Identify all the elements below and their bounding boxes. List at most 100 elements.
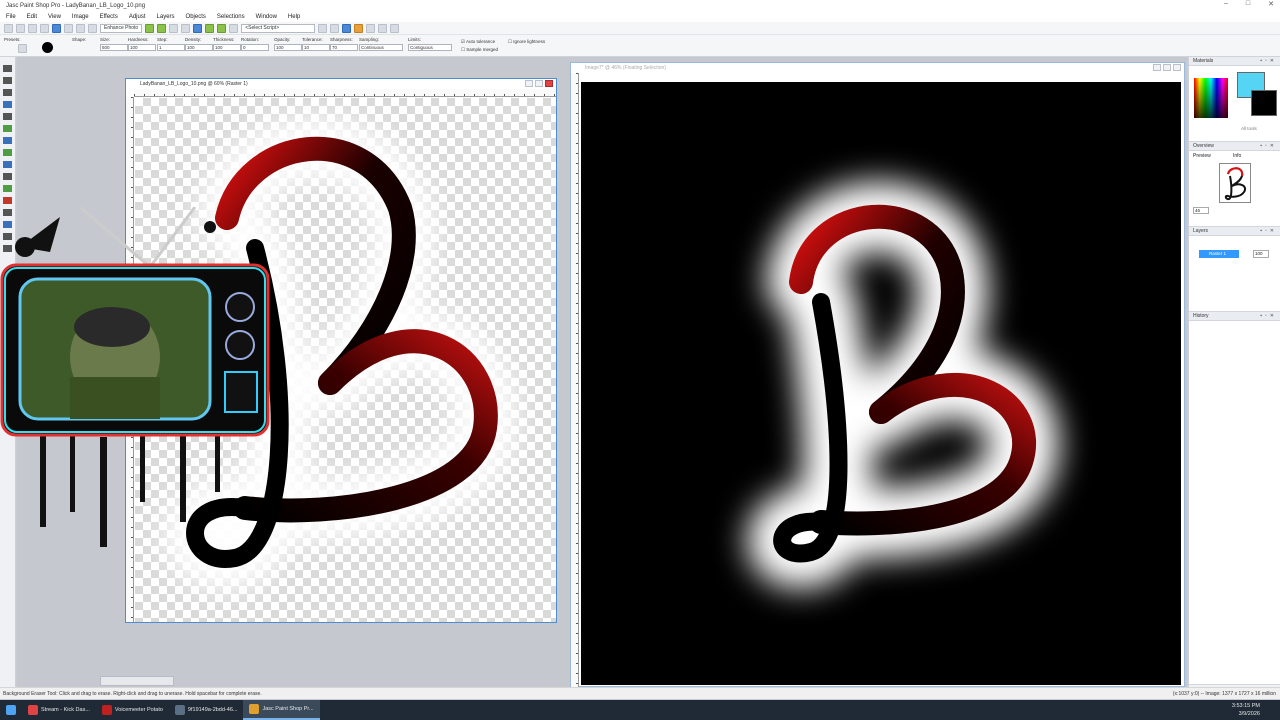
edge-preserving-icon[interactable] — [205, 23, 215, 33]
limits-select[interactable]: Contiguous — [408, 44, 452, 51]
picture-tube-tool-icon[interactable] — [3, 197, 12, 204]
rotation-option[interactable]: Rotation: 0 — [241, 37, 269, 51]
maximize-icon[interactable]: □ — [1246, 0, 1250, 8]
preview-tab[interactable]: Preview — [1193, 153, 1211, 159]
tolerance-option[interactable]: Tolerance: 10 — [302, 37, 330, 51]
enhance-photo-dropdown[interactable]: Enhance Photo — [100, 23, 143, 33]
deform-tool-icon[interactable] — [3, 89, 12, 96]
scratch-remover-tool-icon[interactable] — [3, 173, 12, 180]
dropper-tool-icon[interactable] — [3, 137, 12, 144]
minimized-window-strip[interactable] — [100, 676, 174, 686]
density-option[interactable]: Density: 100 — [185, 37, 213, 51]
brush-tip-icon[interactable] — [42, 42, 53, 53]
script-output-icon[interactable] — [342, 23, 352, 33]
overview-thumbnail[interactable] — [1219, 163, 1251, 203]
step-option[interactable]: Step: 1 — [157, 37, 185, 51]
background-swatch[interactable] — [1251, 90, 1277, 116]
taskbar-item-voicemeeter[interactable]: Voicemeeter Potato — [96, 700, 169, 720]
thickness-input[interactable]: 100 — [213, 44, 241, 51]
run-script-icon[interactable] — [318, 23, 328, 33]
color-spectrum[interactable] — [1194, 78, 1228, 118]
menu-effects[interactable]: Effects — [100, 14, 118, 20]
auto-tolerance-checkbox[interactable]: ☑ Auto tolerance — [461, 39, 495, 45]
taskbar-item-stream[interactable]: Stream - Kick Das... — [22, 700, 96, 720]
hardness-input[interactable]: 100 — [128, 44, 156, 51]
zoom-input[interactable]: 46 — [1193, 207, 1209, 214]
color-balance-icon[interactable] — [169, 23, 179, 33]
density-input[interactable]: 100 — [185, 44, 213, 51]
hardness-option[interactable]: Hardness: 100 — [128, 37, 156, 51]
ignore-lightness-checkbox[interactable]: ☐ Ignore lightness — [508, 39, 545, 45]
document-window-floating[interactable]: Image7* @ 46% (Floating Selection) — [570, 62, 1185, 688]
crop-icon[interactable] — [145, 23, 155, 33]
start-button[interactable] — [0, 700, 22, 720]
presets-icon[interactable] — [18, 44, 27, 53]
menu-view[interactable]: View — [48, 14, 61, 20]
clone-brush-tool-icon[interactable] — [3, 161, 12, 168]
salt-pepper-icon[interactable] — [217, 23, 227, 33]
sample-merged-checkbox[interactable]: ☐ Sample merged — [461, 47, 498, 53]
save-icon[interactable] — [52, 23, 61, 33]
layer-row-raster-1[interactable]: Raster 1 — [1199, 250, 1239, 258]
record-script-icon[interactable] — [354, 23, 364, 33]
straighten-icon[interactable] — [157, 23, 167, 33]
pause-script-icon[interactable] — [366, 23, 376, 33]
red-eye-icon[interactable] — [181, 23, 191, 33]
background-eraser-tool-icon[interactable] — [3, 185, 12, 192]
sharpen-icon[interactable] — [229, 23, 239, 33]
limits-option[interactable]: Limits: Contiguous — [408, 37, 452, 51]
thickness-option[interactable]: Thickness: 100 — [213, 37, 241, 51]
browse-icon[interactable] — [28, 23, 37, 33]
menu-edit[interactable]: Edit — [27, 14, 37, 20]
doc-minimize-icon[interactable] — [525, 80, 533, 87]
close-icon[interactable]: ✕ — [1268, 0, 1274, 8]
menu-selections[interactable]: Selections — [217, 14, 245, 20]
crop-tool-icon[interactable] — [3, 101, 12, 108]
taskbar-item-paintshop[interactable]: Jasc Paint Shop Pr... — [243, 700, 320, 720]
doc-maximize-icon[interactable] — [1163, 64, 1171, 71]
layer-opacity[interactable]: 100 — [1253, 250, 1269, 258]
size-option[interactable]: Size: 500 — [100, 37, 128, 51]
doc-close-icon[interactable] — [545, 80, 553, 87]
selection-tool-icon[interactable] — [3, 125, 12, 132]
taskbar-item-image[interactable]: 9f19149a-2bdd-46... — [169, 700, 244, 720]
menu-file[interactable]: File — [6, 14, 16, 20]
move-tool-icon[interactable] — [3, 113, 12, 120]
rotation-input[interactable]: 0 — [241, 44, 269, 51]
sharpness-option[interactable]: Sharpness: 70 — [330, 37, 358, 51]
print-icon[interactable] — [64, 23, 73, 33]
open-file-icon[interactable] — [16, 23, 25, 33]
menu-objects[interactable]: Objects — [186, 14, 206, 20]
menu-help[interactable]: Help — [288, 14, 300, 20]
tolerance-input[interactable]: 10 — [302, 44, 330, 51]
stop-script-icon[interactable] — [378, 23, 388, 33]
redo-icon[interactable] — [88, 23, 97, 33]
new-file-icon[interactable] — [4, 23, 13, 33]
save-script-icon[interactable] — [390, 23, 400, 33]
zoom-tool-icon[interactable] — [3, 77, 12, 84]
doc-minimize-icon[interactable] — [1153, 64, 1161, 71]
menu-image[interactable]: Image — [72, 14, 89, 20]
pan-tool-icon[interactable] — [3, 65, 12, 72]
sampling-select[interactable]: Continuous — [359, 44, 403, 51]
clarify-icon[interactable] — [193, 23, 203, 33]
shape-option[interactable]: Shape: — [72, 37, 86, 42]
select-script-dropdown[interactable]: <Select Script> — [241, 23, 316, 33]
black-canvas[interactable] — [581, 82, 1181, 685]
doc-maximize-icon[interactable] — [535, 80, 543, 87]
paint-brush-tool-icon[interactable] — [3, 149, 12, 156]
minimize-icon[interactable]: – — [1224, 0, 1228, 8]
step-input[interactable]: 1 — [157, 44, 185, 51]
system-clock[interactable]: 3:53:15 PM 3/9/2026 — [1232, 702, 1260, 718]
opacity-input[interactable]: 100 — [274, 44, 302, 51]
scan-icon[interactable] — [40, 23, 49, 33]
info-tab[interactable]: Info — [1233, 153, 1241, 159]
sampling-option[interactable]: Sampling: Continuous — [359, 37, 403, 51]
menu-layers[interactable]: Layers — [157, 14, 175, 20]
menu-window[interactable]: Window — [256, 14, 277, 20]
menu-adjust[interactable]: Adjust — [129, 14, 146, 20]
undo-icon[interactable] — [76, 23, 85, 33]
sharpness-input[interactable]: 70 — [330, 44, 358, 51]
edit-script-icon[interactable] — [330, 23, 340, 33]
opacity-option[interactable]: Opacity: 100 — [274, 37, 302, 51]
